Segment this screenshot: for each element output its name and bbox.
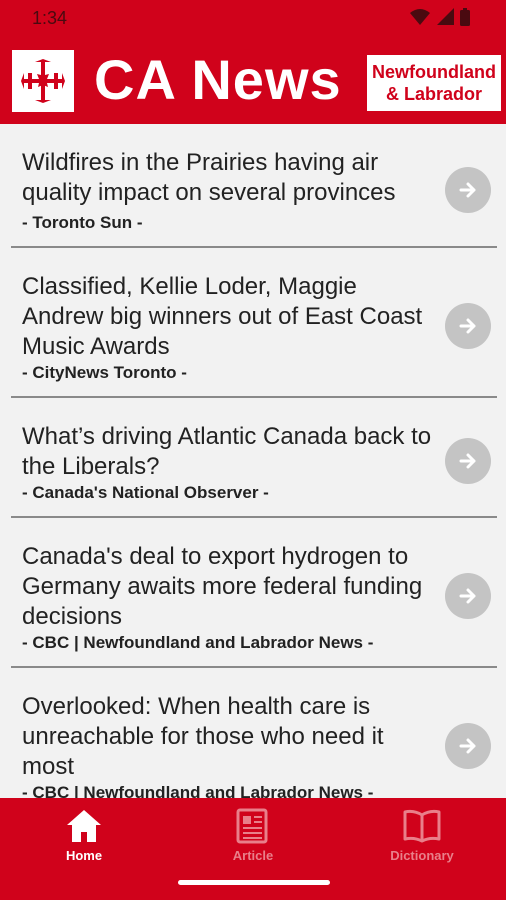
article-source: - CityNews Toronto - — [22, 363, 187, 382]
open-article-button[interactable] — [445, 303, 491, 349]
article-title[interactable]: Canada's deal to export hydrogen to Germ… — [22, 542, 432, 632]
gesture-bar[interactable] — [178, 880, 330, 885]
battery-icon — [460, 8, 470, 26]
article-item[interactable]: Classified, Kellie Loder, Maggie Andrew … — [11, 248, 497, 398]
app-logo — [12, 50, 74, 112]
signal-icon — [437, 8, 454, 25]
open-article-button[interactable] — [445, 573, 491, 619]
news-feed[interactable]: Wildfires in the Prairies having air qua… — [0, 124, 506, 798]
region-line-1: Newfoundland — [372, 62, 496, 82]
status-time: 1:34 — [32, 8, 68, 28]
open-article-button[interactable] — [445, 438, 491, 484]
article-item[interactable]: What’s driving Atlantic Canada back to t… — [11, 398, 497, 518]
nav-item-article[interactable]: Article — [193, 808, 313, 863]
app-title: CA News — [94, 48, 342, 111]
book-icon — [403, 809, 441, 843]
article-item[interactable]: Canada's deal to export hydrogen to Germ… — [11, 518, 497, 668]
nav-item-home[interactable]: Home — [24, 808, 144, 863]
open-article-button[interactable] — [445, 167, 491, 213]
article-source: - CBC | Newfoundland and Labrador News - — [22, 633, 374, 652]
article-title[interactable]: Overlooked: When health care is unreacha… — [22, 692, 432, 782]
bottom-nav: Home Article Dictionary — [0, 798, 506, 900]
arrow-right-icon — [459, 588, 476, 604]
arrow-right-icon — [459, 182, 476, 198]
nav-label-home: Home — [65, 848, 103, 863]
article-title[interactable]: What’s driving Atlantic Canada back to t… — [22, 422, 432, 482]
article-title[interactable]: Classified, Kellie Loder, Maggie Andrew … — [22, 272, 432, 362]
region-selector[interactable]: Newfoundland & Labrador — [366, 54, 502, 112]
article-source: - Toronto Sun - — [22, 213, 143, 232]
region-line-2: & Labrador — [385, 84, 482, 104]
article-source: - CBC | Newfoundland and Labrador News - — [22, 783, 374, 798]
arrow-right-icon — [459, 318, 476, 334]
app-header: CA News Newfoundland & Labrador — [0, 36, 506, 124]
nav-label-article: Article — [232, 848, 274, 863]
nav-item-dictionary[interactable]: Dictionary — [362, 808, 482, 863]
open-article-button[interactable] — [445, 723, 491, 769]
article-item[interactable]: Wildfires in the Prairies having air qua… — [11, 124, 497, 248]
arrow-right-icon — [459, 453, 476, 469]
status-icons — [410, 8, 470, 26]
article-item[interactable]: Overlooked: When health care is unreacha… — [11, 668, 497, 798]
wifi-icon — [410, 9, 430, 25]
home-icon — [67, 810, 101, 842]
nav-label-dictionary: Dictionary — [390, 848, 454, 863]
newspaper-icon — [236, 808, 268, 844]
canada-flag-logo-icon — [21, 59, 65, 103]
arrow-right-icon — [459, 738, 476, 754]
article-title[interactable]: Wildfires in the Prairies having air qua… — [22, 148, 432, 208]
status-bar: 1:34 — [0, 0, 506, 36]
article-source: - Canada's National Observer - — [22, 483, 269, 502]
